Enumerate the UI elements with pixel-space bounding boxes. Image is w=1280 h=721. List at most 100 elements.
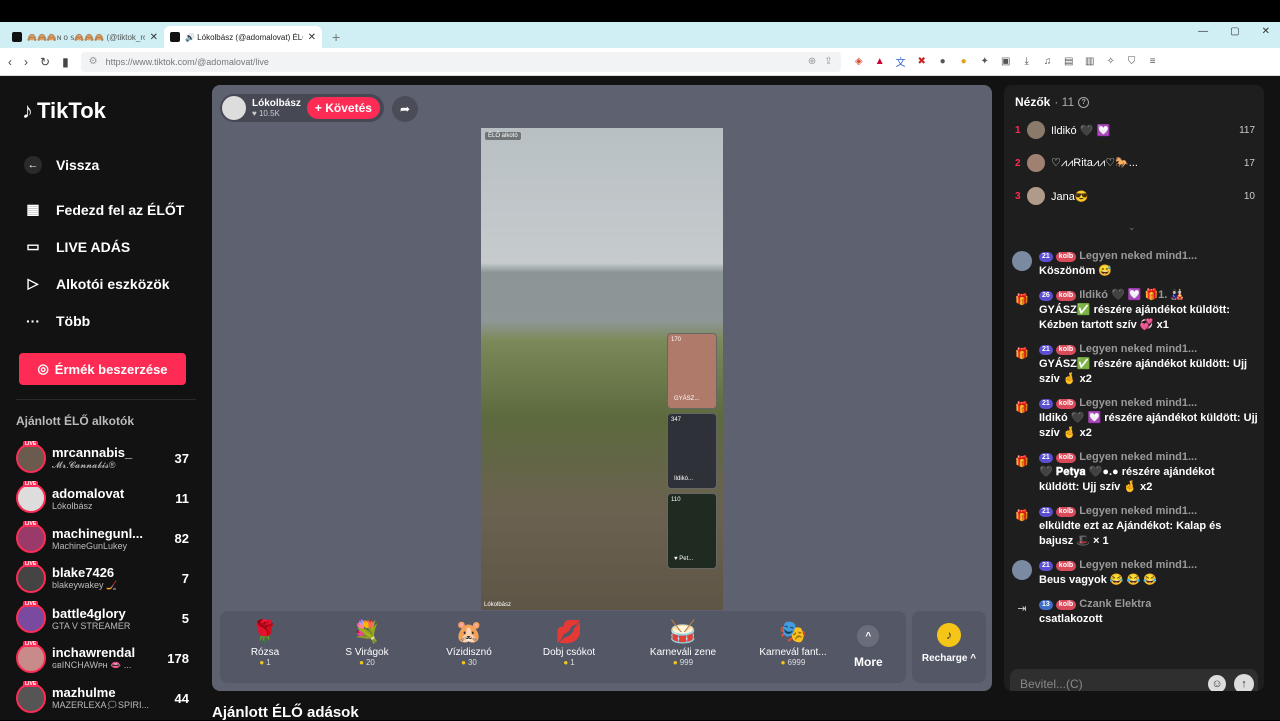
creator-item[interactable]: LIVE mrcannabis_ 𝓜𝓻.𝓒𝓪𝓷𝓷𝓪𝓫𝓲𝓼® 37 bbox=[16, 438, 189, 478]
creator-item[interactable]: LIVE machinegunl... MachineGunLukey 82 bbox=[16, 518, 189, 558]
more-icon: ··· bbox=[26, 312, 40, 329]
close-tab-icon[interactable]: ✕ bbox=[150, 32, 158, 43]
back-button[interactable]: ← Vissza bbox=[16, 146, 189, 183]
host-name[interactable]: Lókolbász bbox=[252, 98, 301, 109]
guest-tile[interactable]: 110 ♥ Pet... bbox=[667, 493, 717, 569]
creator-name: machinegunl... bbox=[52, 525, 144, 541]
maximize-icon[interactable]: ▢ bbox=[1230, 26, 1239, 37]
site-info-icon[interactable]: ⚙ bbox=[89, 56, 98, 67]
extension-icon[interactable]: ◈ bbox=[853, 56, 865, 68]
help-icon[interactable]: ? bbox=[1078, 96, 1090, 108]
fan-badge: kolb bbox=[1055, 398, 1077, 409]
chat-message: 21 kolb Legyen neked mind1... Beus vagyok … bbox=[1012, 558, 1258, 588]
nav-creator-tools[interactable]: ▷ Alkotói eszközök bbox=[16, 265, 189, 302]
screenshot-icon[interactable]: ▣ bbox=[1000, 56, 1012, 68]
extension-icon[interactable]: ● bbox=[937, 56, 949, 68]
chat-username[interactable]: Legyen neked mind1... bbox=[1079, 249, 1197, 264]
share-page-icon[interactable]: ⇪ bbox=[824, 56, 832, 67]
creator-nickname: 𝓜𝓻.𝓒𝓪𝓷𝓷𝓪𝓫𝓲𝓼® bbox=[52, 460, 116, 470]
chat-username[interactable]: Legyen neked mind1... bbox=[1079, 342, 1197, 357]
nav-more[interactable]: ··· Több bbox=[16, 302, 189, 339]
translate-icon[interactable]: 文 bbox=[895, 56, 907, 69]
host-avatar[interactable] bbox=[222, 96, 246, 120]
gift-item-carnival-music[interactable]: 🥁 Karneváli zene 999 bbox=[638, 619, 728, 667]
creator-item[interactable]: LIVE inchawrendal ɢʙINCHAWᴘʜ 👄 ... 178 bbox=[16, 638, 189, 678]
chat-username[interactable]: Legyen neked mind1... bbox=[1079, 504, 1197, 519]
avatar bbox=[1027, 121, 1045, 139]
bookmark-icon[interactable]: ▮ bbox=[62, 55, 69, 69]
gift-item-rose[interactable]: 🌹 Rózsa 1 bbox=[220, 619, 310, 667]
live-video[interactable]: ÉLŐ alkotó 170 GYÁSZ... 347 Ildikó... 11… bbox=[481, 128, 723, 610]
guest-name: ♥ Pet... bbox=[674, 556, 694, 562]
emoji-icon[interactable]: ☺ bbox=[1208, 675, 1226, 691]
extension-icon[interactable]: ▲ bbox=[874, 56, 886, 68]
viewers-header[interactable]: Nézők · 11 ? bbox=[1015, 95, 1090, 109]
chat-text: GYÁSZ✅ részére ajándékot küldött: Ujj sz… bbox=[1039, 358, 1248, 385]
creator-name: inchawrendal bbox=[52, 645, 136, 660]
creator-nickname: MAZERLEXA🗯SPIRI... bbox=[52, 700, 149, 710]
browser-tab-2[interactable]: 🔊 Lókolbász (@adomalovat) ÉLŐ ✕ bbox=[164, 26, 322, 48]
music-icon[interactable]: ♫ bbox=[1042, 56, 1054, 68]
close-tab-icon[interactable]: ✕ bbox=[308, 32, 316, 43]
menu-icon[interactable]: ≡ bbox=[1147, 56, 1159, 68]
gift-item-flowers[interactable]: 💐 S Virágok 20 bbox=[322, 619, 412, 667]
mask-icon: 🎭 bbox=[779, 619, 807, 644]
wallet-icon[interactable]: ▥ bbox=[1084, 56, 1096, 68]
sidebar-icon[interactable]: ▤ bbox=[1063, 56, 1075, 68]
download-icon[interactable]: ⤓ bbox=[1021, 56, 1033, 68]
url-field[interactable]: ⚙ https://www.tiktok.com/@adomalovat/liv… bbox=[80, 51, 841, 72]
more-gifts-button[interactable]: ^ More bbox=[854, 625, 883, 669]
top-viewer-row[interactable]: 3 Jana😎 10 bbox=[1015, 186, 1255, 206]
avatar[interactable] bbox=[1012, 251, 1032, 271]
chat-username[interactable]: Legyen neked mind1... bbox=[1079, 396, 1197, 411]
get-coins-button[interactable]: ◎ Érmék beszerzése bbox=[19, 353, 186, 385]
sidebar: ♪ TikTok ← Vissza ▦ Fedezd fel az ÉLŐT ▭… bbox=[0, 76, 205, 720]
fan-badge: kolb bbox=[1055, 560, 1077, 571]
nav-explore-live[interactable]: ▦ Fedezd fel az ÉLŐT bbox=[16, 191, 189, 228]
tiktok-logo[interactable]: ♪ TikTok bbox=[16, 76, 189, 146]
browser-tab-1[interactable]: 🙈🙈🙈ɴ ᴏ ꜱ🙈🙈🙈 (@tiktok_rol... ✕ bbox=[6, 26, 164, 48]
puzzle-icon[interactable]: ✦ bbox=[979, 56, 991, 68]
gift-item-capybara[interactable]: 🐹 Vízidisznó 30 bbox=[424, 619, 514, 667]
browser-tab-bar: 🙈🙈🙈ɴ ᴏ ꜱ🙈🙈🙈 (@tiktok_rol... ✕ 🔊 Lókolbás… bbox=[0, 22, 1280, 48]
extension-icon[interactable]: ● bbox=[958, 56, 970, 68]
forward-arrow-icon[interactable]: › bbox=[24, 55, 28, 69]
live-badge: LIVE bbox=[23, 481, 39, 487]
creator-item[interactable]: LIVE blake7426 blakeywakey 🏒 7 bbox=[16, 558, 189, 598]
chat-input[interactable] bbox=[1020, 677, 1208, 691]
back-arrow-icon[interactable]: ‹ bbox=[8, 55, 12, 69]
follow-button[interactable]: + Követés bbox=[306, 97, 380, 119]
suggested-creators-title: Ajánlott ÉLŐ alkotók bbox=[16, 414, 135, 428]
chat-username[interactable]: Legyen neked mind1... bbox=[1079, 450, 1197, 465]
avatar[interactable] bbox=[1012, 560, 1032, 580]
chat-username[interactable]: Czank Elektra bbox=[1079, 597, 1151, 612]
magic-icon[interactable]: ✧ bbox=[1105, 56, 1117, 68]
zoom-icon[interactable]: ⊕ bbox=[808, 56, 816, 67]
gift-item-kiss[interactable]: 💋 Dobj csókot 1 bbox=[524, 619, 614, 667]
chat-username[interactable]: Legyen neked mind1... bbox=[1079, 558, 1197, 573]
chevron-down-icon[interactable]: ⌄ bbox=[1128, 222, 1136, 233]
viewer-rank: 1 bbox=[1015, 124, 1021, 136]
creator-item[interactable]: LIVE adomalovat Lókolbász 11 bbox=[16, 478, 189, 518]
close-window-icon[interactable]: ✕ bbox=[1262, 26, 1270, 37]
creator-item[interactable]: LIVE battle4glory GTA V STREAMER 5 bbox=[16, 598, 189, 638]
send-icon[interactable]: ↑ bbox=[1234, 674, 1254, 691]
top-viewer-row[interactable]: 2 ♡⩘⩘Rita⩘⩘♡🐎... 17 bbox=[1015, 153, 1255, 173]
chat-username[interactable]: Ildikó 🖤 💟 🎁1. 🎎 bbox=[1079, 288, 1184, 303]
minimize-icon[interactable]: — bbox=[1198, 26, 1208, 37]
extension-icon[interactable]: ✖ bbox=[916, 56, 928, 68]
top-viewer-row[interactable]: 1 Ildikó 🖤 💟 117 bbox=[1015, 120, 1255, 140]
recharge-button[interactable]: ♪ Recharge ^ bbox=[912, 611, 986, 683]
creator-item[interactable]: LIVE mazhulme MAZERLEXA🗯SPIRI... 44 bbox=[16, 678, 189, 718]
guest-tile[interactable]: 347 Ildikó... bbox=[667, 413, 717, 489]
share-icon[interactable]: ➦ bbox=[392, 96, 418, 122]
gift-item-carnival-fantasy[interactable]: 🎭 Karnevál fant... 6999 bbox=[748, 619, 838, 667]
new-tab-button[interactable]: + bbox=[322, 29, 350, 48]
guest-tile[interactable]: 170 GYÁSZ... bbox=[667, 333, 717, 409]
viewer-count: 7 bbox=[181, 570, 189, 586]
reload-icon[interactable]: ↻ bbox=[40, 55, 50, 69]
shield-icon[interactable]: ⛉ bbox=[1126, 56, 1138, 68]
chat-text: Köszönöm 😅 bbox=[1039, 265, 1112, 277]
nav-go-live[interactable]: ▭ LIVE ADÁS bbox=[16, 228, 189, 265]
level-badge: 21 bbox=[1039, 344, 1053, 355]
